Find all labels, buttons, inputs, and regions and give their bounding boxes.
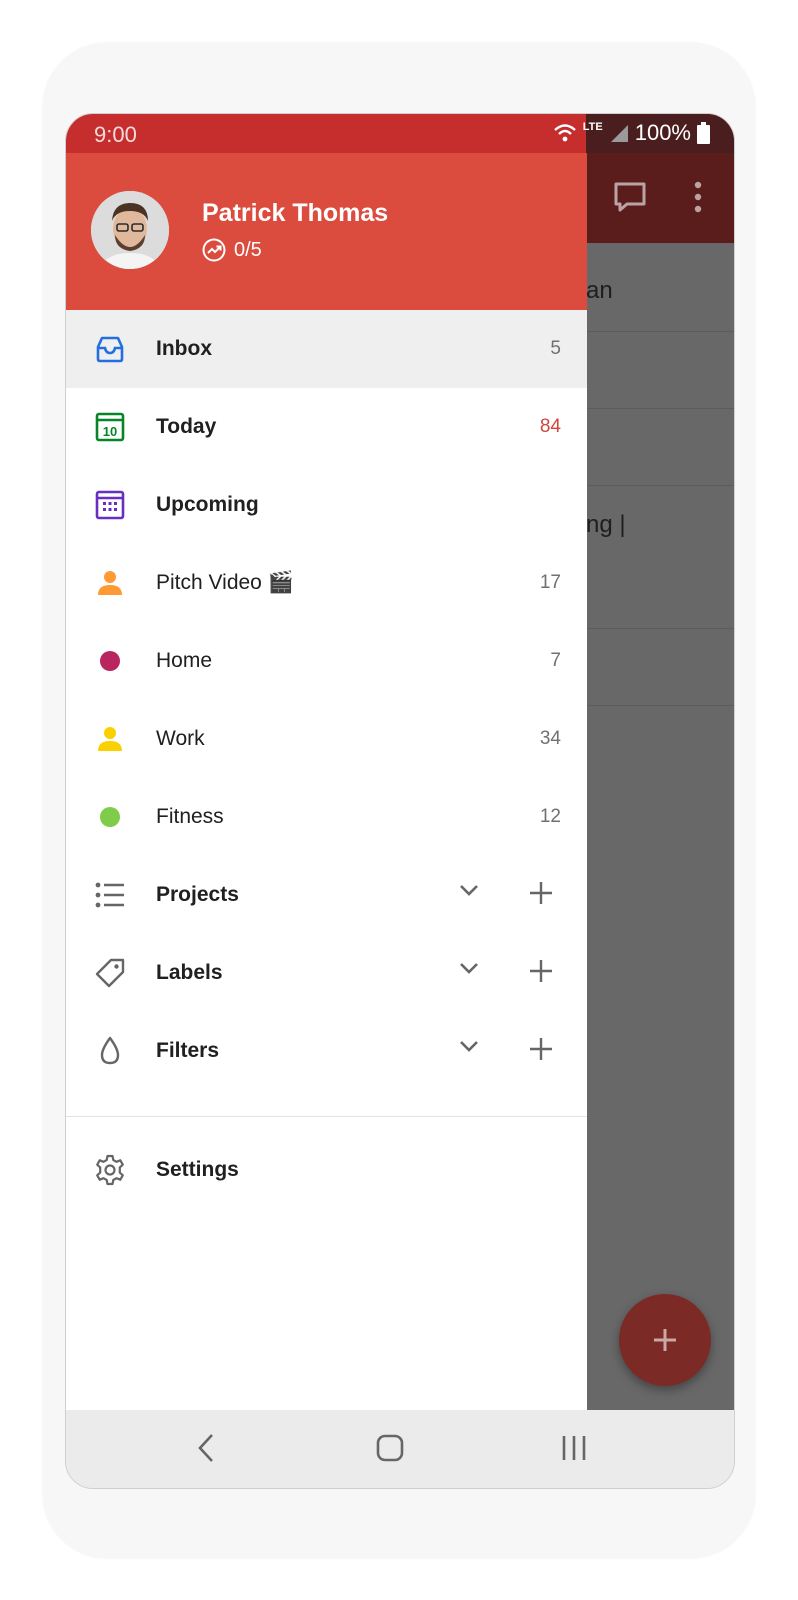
back-button[interactable]	[196, 1432, 216, 1464]
inbox-icon	[94, 333, 126, 365]
nav-section-filters[interactable]: Filters	[66, 1012, 587, 1090]
nav-count: 7	[550, 650, 561, 671]
nav-label: Work	[156, 727, 205, 750]
add-project-icon[interactable]	[529, 881, 553, 905]
karma-trend-icon	[202, 238, 226, 262]
background-task-row	[586, 331, 734, 409]
nav-item-settings[interactable]: Settings	[66, 1131, 587, 1209]
plus-icon	[654, 1329, 676, 1351]
avatar[interactable]	[91, 191, 169, 269]
comment-icon	[614, 182, 646, 212]
nav-label: Today	[156, 415, 217, 438]
nav-item-upcoming[interactable]: Upcoming	[66, 466, 587, 544]
nav-count: 34	[539, 728, 561, 749]
battery-icon	[697, 122, 710, 144]
chevron-down-icon[interactable]	[459, 1039, 479, 1053]
nav-count: 17	[539, 572, 561, 593]
person-icon	[94, 567, 126, 599]
nav-label: Pitch Video 🎬	[156, 571, 294, 594]
status-bar: 9:00 LTE 100%	[66, 114, 734, 153]
background-task-row	[586, 628, 734, 706]
background-task-text: an	[586, 277, 613, 304]
nav-label: Inbox	[156, 337, 212, 360]
drawer-divider	[66, 1116, 587, 1117]
system-nav-bar	[66, 1410, 734, 1488]
nav-item-inbox[interactable]: Inbox 5	[66, 310, 587, 388]
home-button[interactable]	[376, 1432, 404, 1464]
nav-count: 12	[539, 806, 561, 827]
dot-icon	[94, 801, 126, 833]
nav-label: Upcoming	[156, 493, 259, 516]
add-filter-icon[interactable]	[529, 1037, 553, 1061]
drop-icon	[94, 1035, 126, 1067]
nav-label: Fitness	[156, 805, 224, 828]
background-app-bar	[586, 153, 734, 243]
background-app: an ng |	[586, 153, 734, 1410]
navigation-drawer: Patrick Thomas 0/5 Inbox 5 10 Today 84 U…	[66, 153, 587, 1410]
nav-label: Projects	[156, 883, 239, 906]
chevron-down-icon[interactable]	[459, 961, 479, 975]
nav-count: 84	[539, 416, 561, 437]
nav-label: Settings	[156, 1158, 239, 1181]
network-type: LTE	[582, 121, 603, 133]
nav-label: Home	[156, 649, 213, 672]
nav-section-projects[interactable]: Projects	[66, 856, 587, 934]
nav-section-labels[interactable]: Labels	[66, 934, 587, 1012]
dot-icon	[94, 645, 126, 677]
background-task-row: an	[586, 243, 734, 332]
recents-button[interactable]	[561, 1432, 587, 1464]
wifi-icon	[553, 124, 576, 142]
nav-item-work[interactable]: Work 34	[66, 700, 587, 778]
background-task-row	[586, 408, 734, 486]
person-icon	[94, 723, 126, 755]
chevron-down-icon[interactable]	[459, 883, 479, 897]
user-name: Patrick Thomas	[202, 199, 389, 227]
nav-item-today[interactable]: 10 Today 84	[66, 388, 587, 466]
nav-count: 5	[550, 338, 561, 359]
drawer-header: Patrick Thomas 0/5	[66, 153, 587, 310]
nav-item-fitness[interactable]: Fitness 12	[66, 778, 587, 856]
karma-progress[interactable]: 0/5	[202, 238, 262, 262]
calendar-today-icon: 10	[94, 411, 126, 443]
nav-item-pitch-video[interactable]: Pitch Video 🎬 17	[66, 544, 587, 622]
karma-value: 0/5	[234, 238, 262, 261]
add-label-icon[interactable]	[529, 959, 553, 983]
list-icon	[94, 879, 126, 911]
background-task-row: ng |	[586, 485, 734, 629]
more-vert-icon	[694, 181, 702, 213]
calendar-grid-icon	[94, 489, 126, 521]
avatar-image	[91, 191, 169, 269]
nav-label: Filters	[156, 1039, 220, 1062]
svg-text:10: 10	[103, 424, 117, 439]
background-task-text: ng |	[586, 511, 626, 538]
nav-label: Labels	[156, 961, 223, 984]
status-indicators: LTE 100%	[553, 120, 710, 146]
add-task-fab[interactable]	[619, 1294, 711, 1386]
screen: an ng | 9:00 LTE 100% Patrick Thomas 0/5…	[65, 113, 735, 1489]
nav-item-home[interactable]: Home 7	[66, 622, 587, 700]
gear-icon	[94, 1154, 126, 1186]
battery-percent: 100%	[634, 120, 691, 145]
drawer-nav: Inbox 5 10 Today 84 Upcoming Pitch Video…	[66, 310, 587, 1209]
tag-icon	[94, 957, 126, 989]
status-time: 9:00	[94, 122, 137, 147]
signal-icon	[610, 125, 628, 142]
